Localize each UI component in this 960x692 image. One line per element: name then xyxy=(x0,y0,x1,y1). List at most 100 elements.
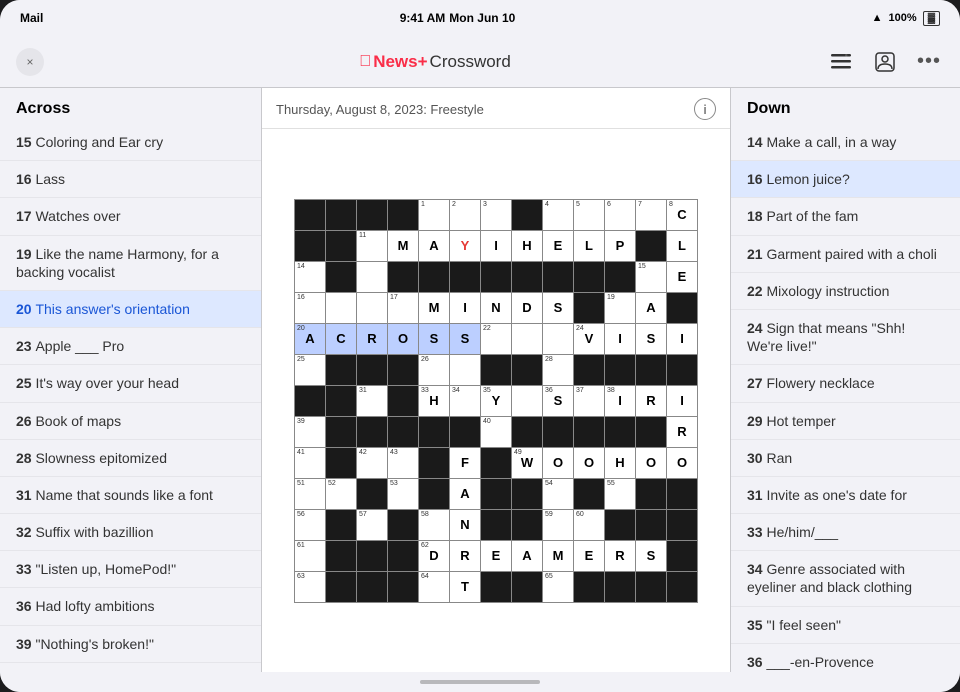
across-clue-25[interactable]: 25 It's way over your head xyxy=(0,365,261,402)
cell-7-10[interactable] xyxy=(605,417,635,447)
cell-7-11[interactable] xyxy=(636,417,666,447)
cell-7-8[interactable] xyxy=(543,417,573,447)
cell-1-6[interactable]: I xyxy=(481,231,511,261)
cell-3-9[interactable] xyxy=(574,293,604,323)
cell-4-11[interactable]: S xyxy=(636,324,666,354)
cell-11-6[interactable]: E xyxy=(481,541,511,571)
cell-0-2[interactable] xyxy=(357,200,387,230)
cell-8-2[interactable]: 42 xyxy=(357,448,387,478)
cell-11-3[interactable] xyxy=(388,541,418,571)
cell-1-2[interactable]: 11 xyxy=(357,231,387,261)
cell-7-5[interactable] xyxy=(450,417,480,447)
cell-6-3[interactable] xyxy=(388,386,418,416)
cell-8-3[interactable]: 43 xyxy=(388,448,418,478)
cell-12-0[interactable]: 63 xyxy=(295,572,325,602)
cell-5-4[interactable]: 26 xyxy=(419,355,449,385)
cell-5-0[interactable]: 25 xyxy=(295,355,325,385)
cell-3-1[interactable] xyxy=(326,293,356,323)
cell-9-2[interactable] xyxy=(357,479,387,509)
cell-7-4[interactable] xyxy=(419,417,449,447)
cell-1-0[interactable] xyxy=(295,231,325,261)
down-clue-29[interactable]: 29 Hot temper xyxy=(731,403,960,440)
cell-3-4[interactable]: M xyxy=(419,293,449,323)
cell-8-1[interactable] xyxy=(326,448,356,478)
down-clue-36[interactable]: 36 ___-en-Provence xyxy=(731,644,960,672)
cell-4-9[interactable]: 24V xyxy=(574,324,604,354)
cell-10-4[interactable]: 58 xyxy=(419,510,449,540)
cell-12-8[interactable]: 65 xyxy=(543,572,573,602)
cell-9-1[interactable]: 52 xyxy=(326,479,356,509)
cell-4-7[interactable] xyxy=(512,324,542,354)
cell-1-8[interactable]: E xyxy=(543,231,573,261)
cell-5-2[interactable] xyxy=(357,355,387,385)
cell-7-2[interactable] xyxy=(357,417,387,447)
cell-12-7[interactable] xyxy=(512,572,542,602)
cell-8-8[interactable]: O xyxy=(543,448,573,478)
cell-10-6[interactable] xyxy=(481,510,511,540)
cell-9-11[interactable] xyxy=(636,479,666,509)
across-clue-23[interactable]: 23 Apple ___ Pro xyxy=(0,328,261,365)
cell-0-5[interactable]: 2 xyxy=(450,200,480,230)
cell-0-6[interactable]: 3 xyxy=(481,200,511,230)
cell-1-11[interactable] xyxy=(636,231,666,261)
cell-11-9[interactable]: E xyxy=(574,541,604,571)
cell-0-1[interactable] xyxy=(326,200,356,230)
cell-6-6[interactable]: 35Y xyxy=(481,386,511,416)
cell-9-9[interactable] xyxy=(574,479,604,509)
down-clue-16[interactable]: 16 Lemon juice? xyxy=(731,161,960,198)
cell-9-0[interactable]: 51 xyxy=(295,479,325,509)
cell-6-10[interactable]: 38I xyxy=(605,386,635,416)
cell-12-4[interactable]: 64 xyxy=(419,572,449,602)
down-clue-24[interactable]: 24 Sign that means "Shh! We're live!" xyxy=(731,310,960,365)
cell-12-3[interactable] xyxy=(388,572,418,602)
info-icon[interactable]: i xyxy=(694,98,716,120)
cell-9-12[interactable] xyxy=(667,479,697,509)
cell-8-0[interactable]: 41 xyxy=(295,448,325,478)
cell-0-0[interactable] xyxy=(295,200,325,230)
across-clue-32[interactable]: 32 Suffix with bazillion xyxy=(0,514,261,551)
across-clue-36[interactable]: 36 Had lofty ambitions xyxy=(0,588,261,625)
down-clue-18[interactable]: 18 Part of the fam xyxy=(731,198,960,235)
cell-9-7[interactable] xyxy=(512,479,542,509)
cell-10-7[interactable] xyxy=(512,510,542,540)
cell-12-10[interactable] xyxy=(605,572,635,602)
cell-7-9[interactable] xyxy=(574,417,604,447)
cell-5-1[interactable] xyxy=(326,355,356,385)
cell-10-8[interactable]: 59 xyxy=(543,510,573,540)
down-clue-22[interactable]: 22 Mixology instruction xyxy=(731,273,960,310)
cell-8-5[interactable]: F xyxy=(450,448,480,478)
cell-2-7[interactable] xyxy=(512,262,542,292)
cell-0-7[interactable] xyxy=(512,200,542,230)
cell-8-10[interactable]: H xyxy=(605,448,635,478)
cell-9-4[interactable] xyxy=(419,479,449,509)
across-clue-39[interactable]: 39 "Nothing's broken!" xyxy=(0,626,261,663)
across-clue-31[interactable]: 31 Name that sounds like a font xyxy=(0,477,261,514)
cell-10-1[interactable] xyxy=(326,510,356,540)
cell-5-5[interactable] xyxy=(450,355,480,385)
across-clue-17[interactable]: 17 Watches over xyxy=(0,198,261,235)
cell-11-5[interactable]: R xyxy=(450,541,480,571)
cell-0-9[interactable]: 5 xyxy=(574,200,604,230)
cell-2-2[interactable] xyxy=(357,262,387,292)
cell-10-11[interactable] xyxy=(636,510,666,540)
cell-12-6[interactable] xyxy=(481,572,511,602)
cell-11-0[interactable]: 61 xyxy=(295,541,325,571)
cell-3-0[interactable]: 16 xyxy=(295,293,325,323)
cell-6-4[interactable]: 33H xyxy=(419,386,449,416)
cell-2-12[interactable]: E xyxy=(667,262,697,292)
cell-7-1[interactable] xyxy=(326,417,356,447)
cell-1-5[interactable]: Y xyxy=(450,231,480,261)
cell-1-9[interactable]: L xyxy=(574,231,604,261)
cell-9-3[interactable]: 53 xyxy=(388,479,418,509)
cell-7-3[interactable] xyxy=(388,417,418,447)
cell-6-2[interactable]: 31 xyxy=(357,386,387,416)
cell-2-1[interactable] xyxy=(326,262,356,292)
down-clue-21[interactable]: 21 Garment paired with a choli xyxy=(731,236,960,273)
cell-12-12[interactable] xyxy=(667,572,697,602)
cell-1-12[interactable]: L xyxy=(667,231,697,261)
cell-5-10[interactable] xyxy=(605,355,635,385)
cell-1-10[interactable]: P xyxy=(605,231,635,261)
cell-1-4[interactable]: A xyxy=(419,231,449,261)
cell-3-3[interactable]: 17 xyxy=(388,293,418,323)
cell-11-1[interactable] xyxy=(326,541,356,571)
